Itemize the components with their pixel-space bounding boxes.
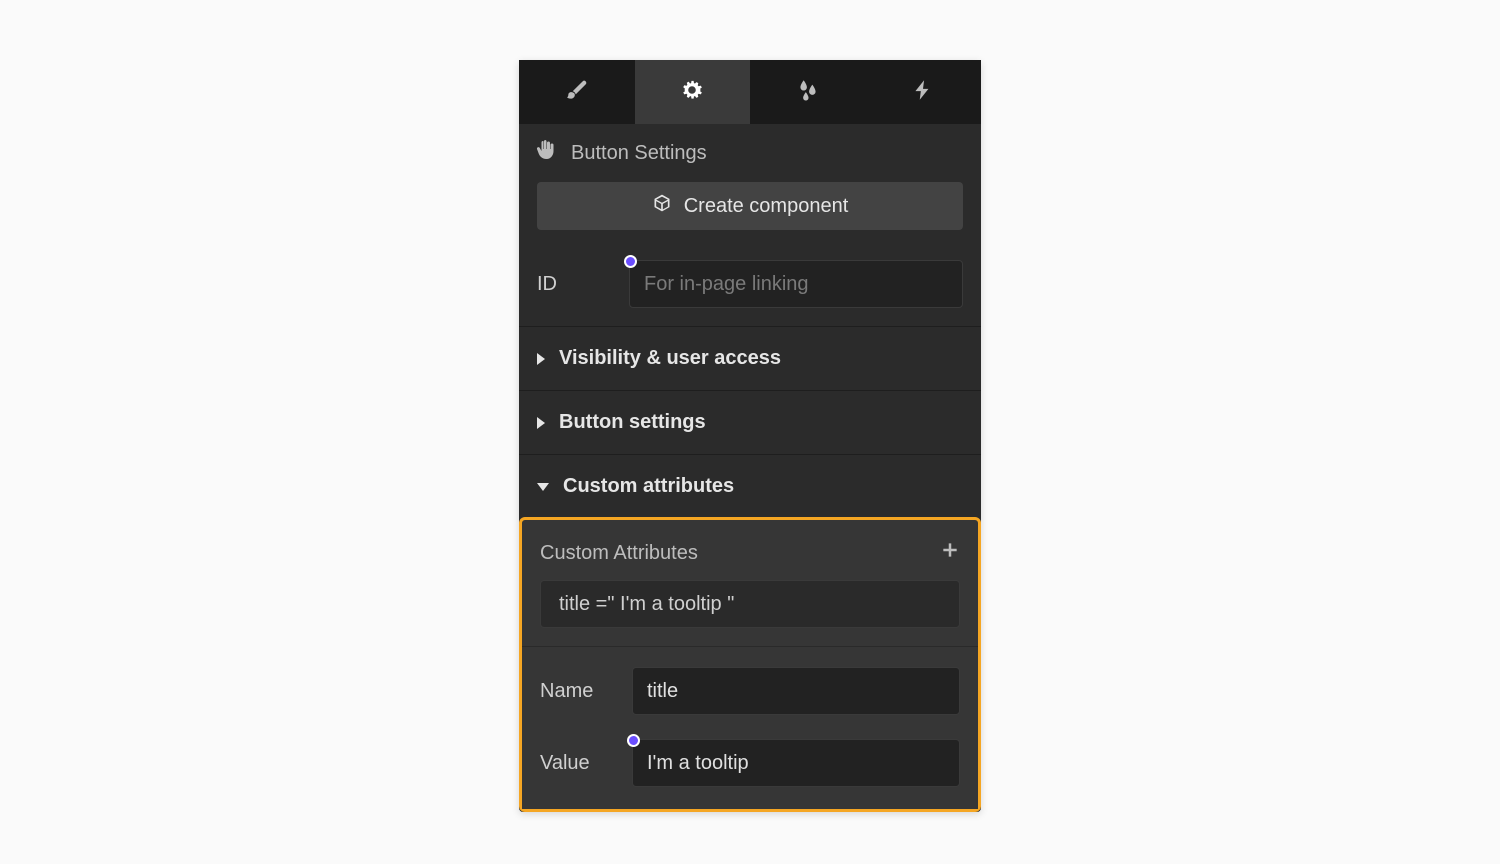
attribute-entry[interactable]: title =" I'm a tooltip " bbox=[540, 580, 960, 628]
section-visibility-label: Visibility & user access bbox=[559, 347, 781, 370]
settings-header: Button Settings bbox=[519, 124, 981, 182]
cube-icon bbox=[652, 193, 672, 219]
attribute-name-input-wrap bbox=[632, 667, 960, 715]
divider bbox=[522, 646, 978, 647]
id-input-wrap bbox=[629, 260, 963, 308]
attribute-entry-text: title =" I'm a tooltip " bbox=[559, 593, 734, 616]
lightning-icon bbox=[910, 77, 936, 108]
section-custom-attributes-label: Custom attributes bbox=[563, 475, 734, 498]
tab-interactions[interactable] bbox=[866, 60, 982, 124]
custom-attributes-panel: Custom Attributes title =" I'm a tooltip… bbox=[519, 517, 981, 812]
drops-icon bbox=[795, 77, 821, 108]
attribute-name-input[interactable] bbox=[632, 667, 960, 715]
tab-style[interactable] bbox=[519, 60, 635, 124]
caret-right-icon bbox=[537, 417, 545, 429]
create-component-row: Create component bbox=[519, 182, 981, 248]
settings-title: Button Settings bbox=[571, 142, 707, 165]
attribute-name-label: Name bbox=[540, 680, 632, 703]
id-label: ID bbox=[537, 273, 629, 296]
binding-indicator-icon bbox=[627, 734, 640, 747]
section-custom-attributes[interactable]: Custom attributes bbox=[519, 455, 981, 518]
caret-right-icon bbox=[537, 353, 545, 365]
caret-down-icon bbox=[537, 483, 549, 491]
binding-indicator-icon bbox=[624, 255, 637, 268]
custom-attributes-title: Custom Attributes bbox=[540, 542, 698, 565]
add-attribute-button[interactable] bbox=[940, 540, 960, 566]
create-component-button[interactable]: Create component bbox=[537, 182, 963, 230]
attribute-name-row: Name bbox=[522, 655, 978, 727]
settings-panel: Button Settings Create component ID Visi… bbox=[519, 60, 981, 812]
section-visibility[interactable]: Visibility & user access bbox=[519, 327, 981, 391]
custom-attributes-header: Custom Attributes bbox=[522, 520, 978, 580]
tab-effects[interactable] bbox=[750, 60, 866, 124]
attribute-value-label: Value bbox=[540, 752, 632, 775]
section-button-settings[interactable]: Button settings bbox=[519, 391, 981, 455]
panel-tabs bbox=[519, 60, 981, 124]
gear-icon bbox=[679, 77, 705, 108]
attribute-value-row: Value bbox=[522, 727, 978, 809]
id-row: ID bbox=[519, 248, 981, 327]
brush-icon bbox=[564, 77, 590, 108]
id-input[interactable] bbox=[629, 260, 963, 308]
pointer-icon bbox=[535, 138, 559, 168]
tab-settings[interactable] bbox=[635, 60, 751, 124]
create-component-label: Create component bbox=[684, 195, 849, 218]
attribute-value-input-wrap bbox=[632, 739, 960, 787]
section-button-settings-label: Button settings bbox=[559, 411, 706, 434]
attribute-value-input[interactable] bbox=[632, 739, 960, 787]
